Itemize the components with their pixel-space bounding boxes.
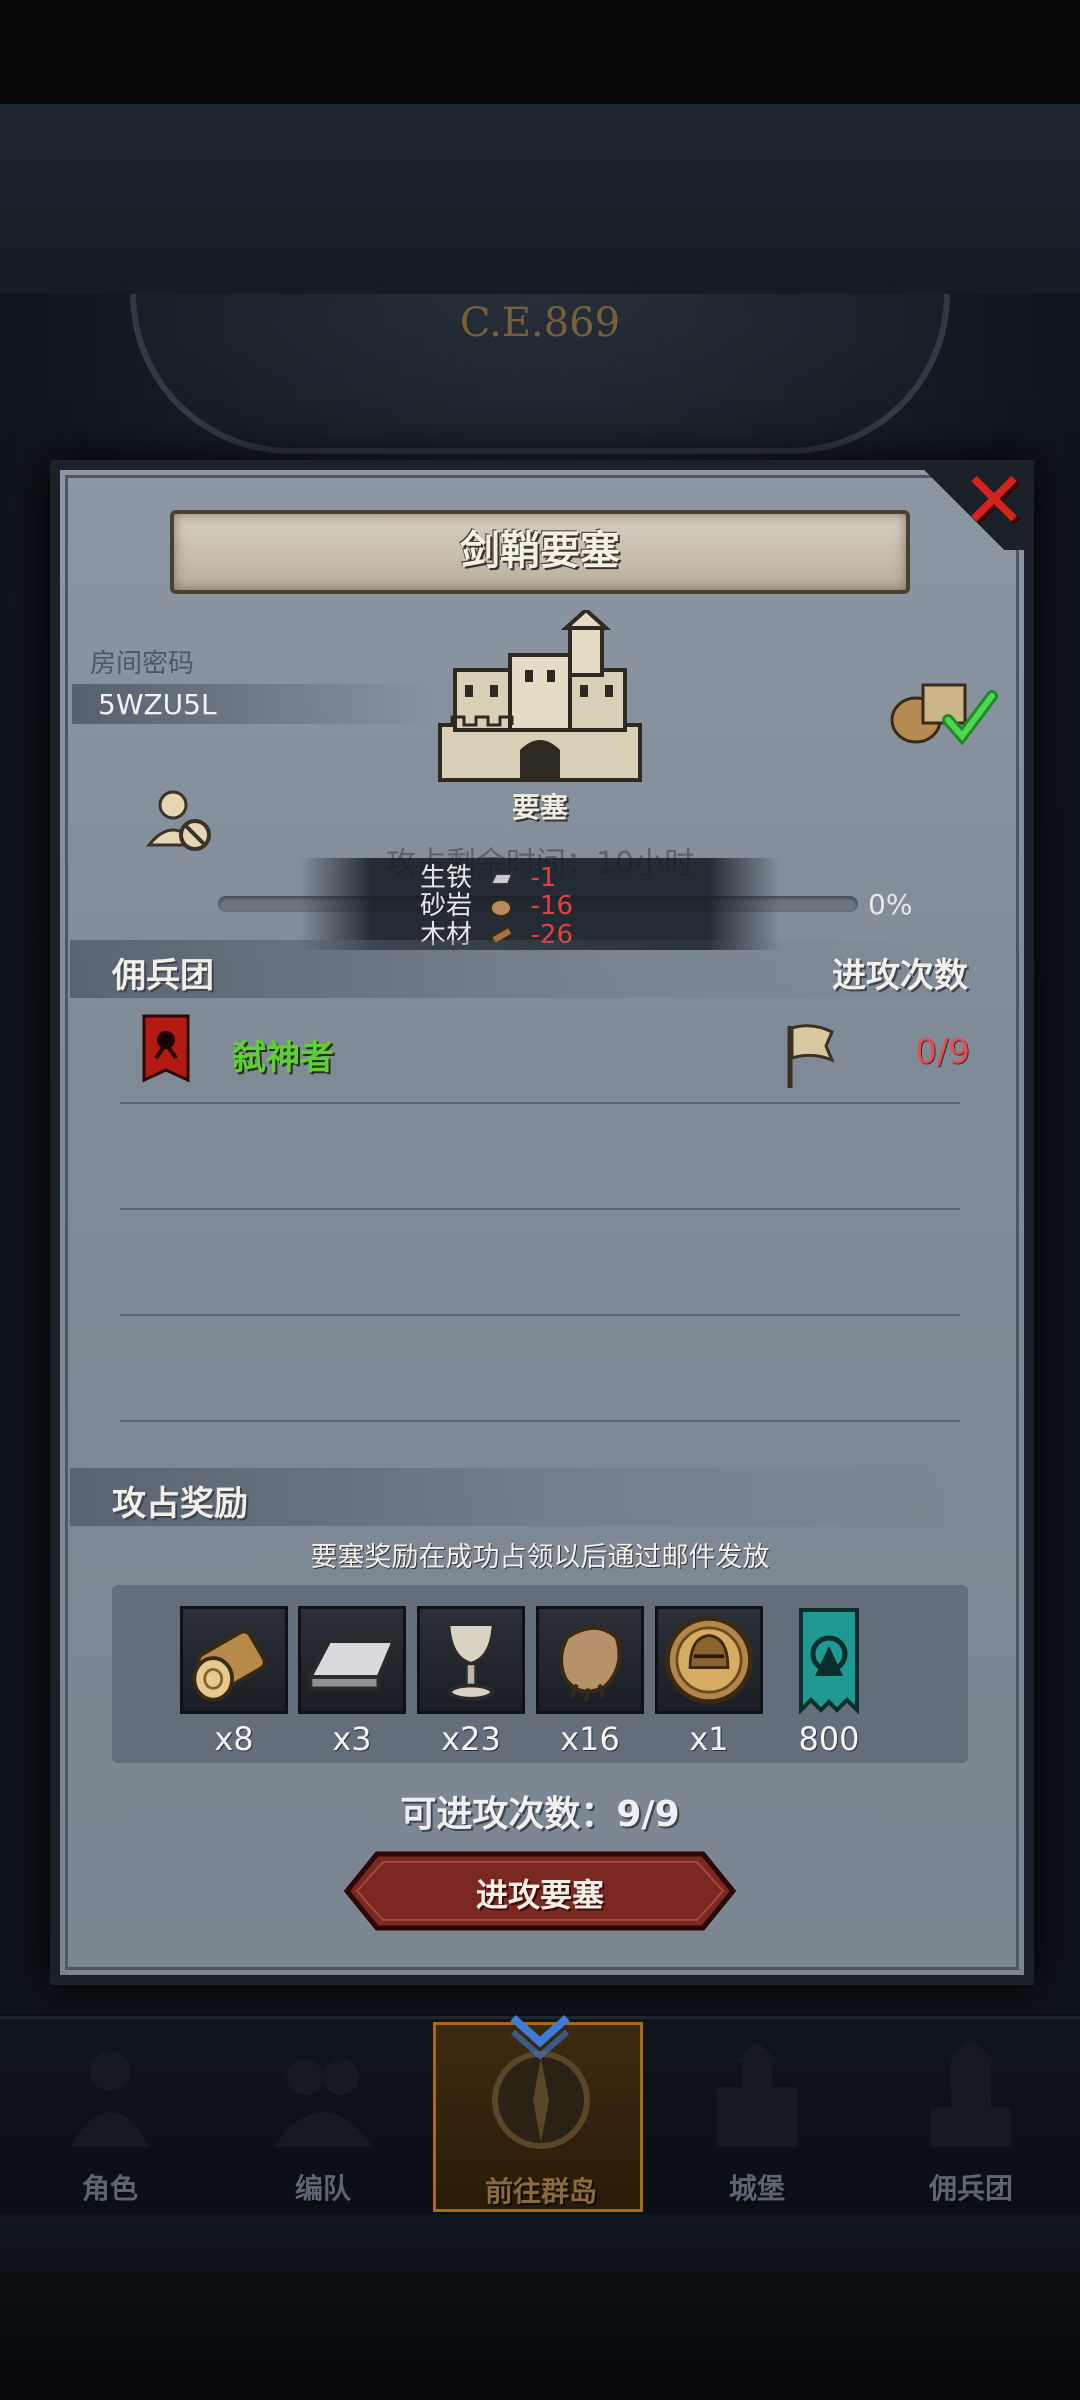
attack-button-label: 进攻要塞 bbox=[475, 1876, 604, 1914]
helmet-medal-icon bbox=[665, 1616, 753, 1704]
chevron-down-icon bbox=[510, 2015, 570, 2060]
iron-ingot-icon bbox=[307, 1639, 397, 1691]
mercenary-name: 弑神者 bbox=[232, 1038, 334, 1078]
row-divider bbox=[120, 1102, 960, 1104]
reward-item[interactable]: 800 bbox=[775, 1606, 883, 1758]
dialog-title: 剑鞘要塞 bbox=[460, 528, 620, 574]
close-button[interactable]: ✕ bbox=[955, 462, 1033, 540]
reward-section-title: 攻占奖励 bbox=[112, 1484, 248, 1524]
log-icon bbox=[192, 1629, 267, 1702]
formation-icon bbox=[273, 2059, 373, 2147]
mercenary-banner-icon bbox=[142, 1014, 190, 1083]
reward-qty: x8 bbox=[214, 1720, 254, 1758]
reward-qty: x16 bbox=[560, 1720, 620, 1758]
nav-item-mercenary[interactable]: 佣兵团 bbox=[866, 2022, 1076, 2212]
reward-note: 要塞奖励在成功占领以后通过邮件发放 bbox=[310, 1542, 770, 1573]
castle-icon bbox=[717, 2041, 797, 2147]
reward-item[interactable]: x23 bbox=[417, 1606, 525, 1758]
reward-item[interactable]: x8 bbox=[180, 1606, 288, 1758]
reward-item[interactable]: x16 bbox=[536, 1606, 644, 1758]
row-divider bbox=[120, 1314, 960, 1316]
nav-label: 编队 bbox=[294, 2172, 351, 2205]
knight-icon bbox=[70, 2051, 150, 2147]
fortress-icon bbox=[438, 610, 642, 782]
nav-label: 城堡 bbox=[728, 2172, 785, 2205]
loot-collected-icon[interactable] bbox=[878, 670, 998, 750]
nav-label: 前往群岛 bbox=[484, 2175, 597, 2208]
status-bar bbox=[0, 0, 1080, 104]
attacks-remaining: 可进攻次数：9/9 bbox=[400, 1794, 680, 1835]
building-type-label: 要塞 bbox=[511, 791, 568, 824]
fur-pelt-icon bbox=[559, 1626, 622, 1702]
goblet-icon bbox=[446, 1622, 496, 1701]
era-label: C.E.869 bbox=[459, 300, 621, 346]
reward-item[interactable]: x1 bbox=[655, 1606, 763, 1758]
room-code-label: 房间密码 bbox=[90, 649, 195, 679]
nav-item-castle[interactable]: 城堡 bbox=[652, 2022, 862, 2212]
bottom-background bbox=[0, 2214, 1080, 2400]
nav-label: 佣兵团 bbox=[928, 2172, 1013, 2205]
reward-item[interactable]: x3 bbox=[298, 1606, 406, 1758]
row-divider bbox=[120, 1208, 960, 1210]
mercenary-tower-icon bbox=[931, 2039, 1011, 2147]
reward-qty: 800 bbox=[798, 1720, 860, 1758]
room-code[interactable]: 5WZU5L bbox=[98, 688, 217, 721]
header-background bbox=[0, 104, 1080, 294]
attack-count: 0/9 bbox=[915, 1032, 970, 1072]
nav-label: 角色 bbox=[81, 2172, 138, 2205]
mercenary-section-title: 佣兵团 bbox=[112, 956, 214, 996]
attack-count-header: 进攻次数 bbox=[832, 956, 968, 996]
nav-item-formation[interactable]: 编队 bbox=[218, 2022, 428, 2212]
reward-qty: x3 bbox=[332, 1720, 372, 1758]
attack-fortress-button[interactable]: 进攻要塞 bbox=[325, 1850, 755, 1932]
row-divider bbox=[120, 1420, 960, 1422]
reward-qty: x23 bbox=[441, 1720, 501, 1758]
no-mercenary-icon bbox=[145, 790, 211, 851]
capture-progress-percent: 0% bbox=[868, 888, 913, 921]
flag-icon bbox=[787, 1024, 835, 1088]
reward-qty: x1 bbox=[689, 1720, 729, 1758]
teal-banner-icon bbox=[799, 1608, 859, 1715]
nav-item-character[interactable]: 角色 bbox=[5, 2022, 215, 2212]
mercenary-row[interactable]: 弑神者 0/9 bbox=[120, 1010, 980, 1100]
